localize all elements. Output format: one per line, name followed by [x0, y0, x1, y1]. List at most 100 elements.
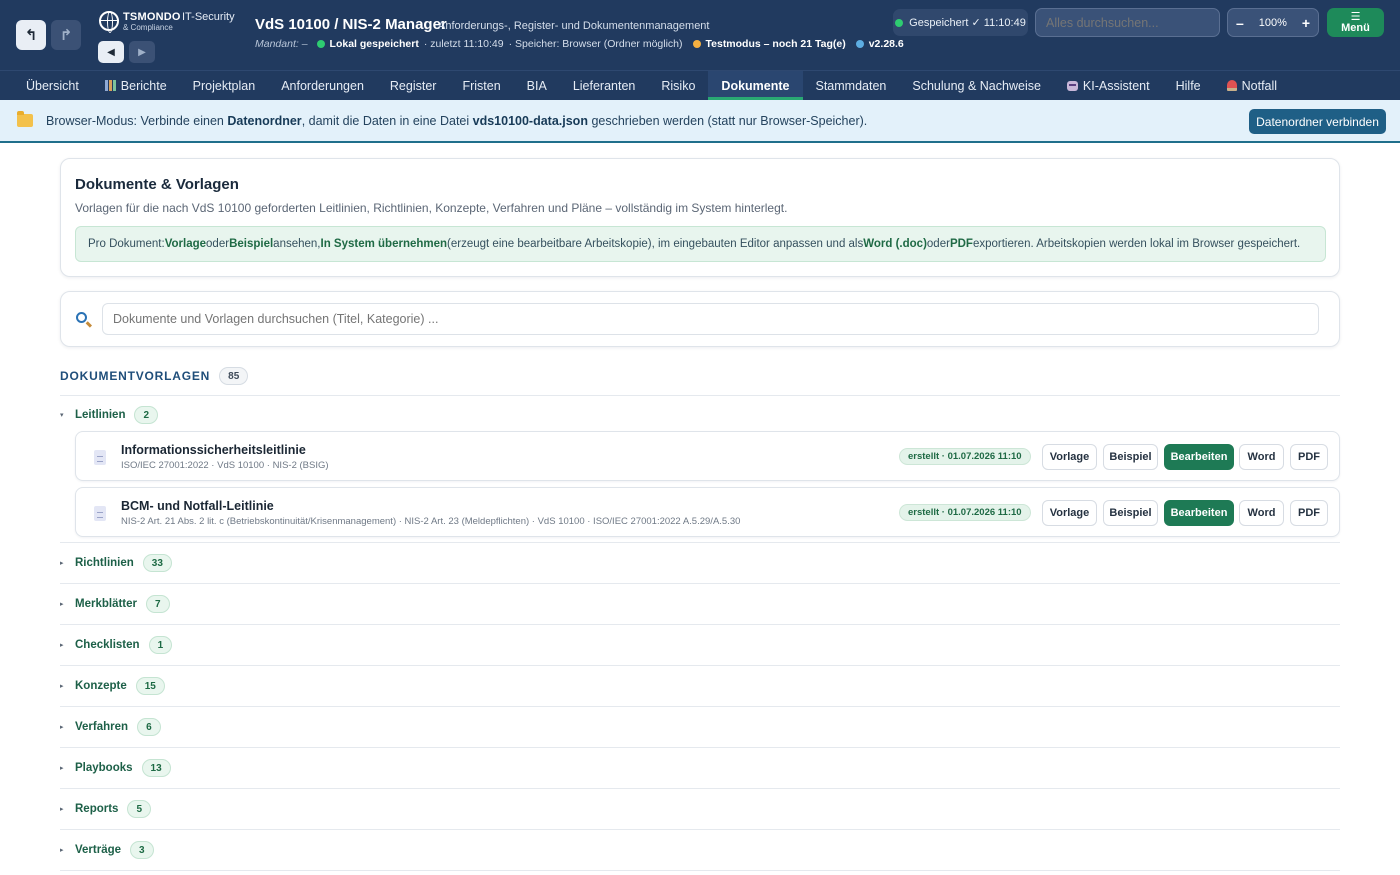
- status-dot-icon: [316, 40, 325, 48]
- tab-label: Projektplan: [192, 78, 256, 93]
- document-search-input[interactable]: [102, 303, 1319, 335]
- search-icon: [76, 312, 87, 323]
- status-badge: erstellt · 01.07.2026 11:10: [899, 448, 1031, 465]
- divider: [60, 706, 1340, 707]
- tab-bia[interactable]: BIA: [514, 71, 560, 100]
- document-icon: [94, 450, 106, 465]
- saved-status-pill: Gespeichert ✓ 11:10:49: [893, 9, 1028, 36]
- group-leitlinien[interactable]: ▾ Leitlinien 2: [60, 406, 159, 424]
- tab-uebersicht[interactable]: Übersicht: [13, 71, 92, 100]
- document-row: BCM- und Notfall-Leitlinie NIS-2 Art. 21…: [75, 487, 1340, 537]
- chevron-right-icon: ▸: [60, 560, 64, 567]
- beispiel-button[interactable]: Beispiel: [1103, 444, 1158, 470]
- group-count-badge: 6: [137, 718, 161, 736]
- status-line: Mandant: – Lokal gespeichert · zuletzt 1…: [255, 38, 904, 50]
- main-nav: Übersicht Berichte Projektplan Anforderu…: [0, 70, 1400, 100]
- group-konzepte[interactable]: ▸ Konzepte 15: [60, 677, 165, 695]
- tab-risiko[interactable]: Risiko: [648, 71, 708, 100]
- group-count-badge: 7: [146, 595, 170, 613]
- tab-register[interactable]: Register: [377, 71, 450, 100]
- storage-info: · Speicher: Browser (Ordner möglich): [508, 38, 683, 50]
- tab-fristen[interactable]: Fristen: [449, 71, 513, 100]
- folder-icon: [17, 111, 33, 127]
- group-vertraege[interactable]: ▸ Verträge 3: [60, 841, 154, 859]
- prev-button[interactable]: ◀: [98, 41, 124, 63]
- menu-button[interactable]: ☰ Menü: [1327, 8, 1384, 37]
- tab-projektplan[interactable]: Projektplan: [180, 71, 269, 100]
- tab-berichte[interactable]: Berichte: [92, 71, 180, 100]
- group-name: Reports: [75, 803, 119, 815]
- group-checklisten[interactable]: ▸ Checklisten 1: [60, 636, 173, 654]
- tab-label: Notfall: [1241, 78, 1278, 93]
- tab-label: Risiko: [661, 78, 696, 93]
- mandant-label: Mandant: –: [255, 38, 308, 50]
- divider: [60, 583, 1340, 584]
- pdf-export-button[interactable]: PDF: [1290, 500, 1328, 526]
- word-export-button[interactable]: Word: [1239, 500, 1284, 526]
- document-icon: [94, 506, 106, 521]
- divider: [60, 829, 1340, 830]
- tab-label: Dokumente: [721, 78, 790, 93]
- tab-dokumente[interactable]: Dokumente: [708, 71, 803, 100]
- document-meta: ISO/IEC 27001:2022 · VdS 10100 · NIS-2 (…: [121, 460, 329, 471]
- siren-icon: [1226, 80, 1237, 91]
- vorlage-button[interactable]: Vorlage: [1042, 444, 1097, 470]
- chevron-right-icon: ▸: [60, 683, 64, 690]
- divider: [60, 665, 1340, 666]
- group-name: Richtlinien: [75, 557, 134, 569]
- app-title: VdS 10100 / NIS-2 Manager: [255, 16, 447, 33]
- group-count-badge: 3: [130, 841, 154, 859]
- bearbeiten-button[interactable]: Bearbeiten: [1164, 500, 1234, 526]
- tab-ki-assistent[interactable]: KI-Assistent: [1054, 71, 1163, 100]
- group-name: Merkblätter: [75, 598, 137, 610]
- zoom-control: – 100% +: [1227, 8, 1319, 37]
- local-saved-status: Lokal gespeichert: [329, 38, 419, 50]
- divider: [60, 747, 1340, 748]
- tab-label: Register: [389, 78, 437, 93]
- bearbeiten-button[interactable]: Bearbeiten: [1164, 444, 1234, 470]
- zoom-out-button[interactable]: –: [1236, 15, 1244, 31]
- group-playbooks[interactable]: ▸ Playbooks 13: [60, 759, 171, 777]
- document-row: Informationssicherheitsleitlinie ISO/IEC…: [75, 431, 1340, 481]
- tab-notfall[interactable]: Notfall: [1214, 71, 1290, 100]
- chevron-right-icon: ▸: [60, 806, 64, 813]
- group-count-badge: 5: [127, 800, 152, 818]
- connect-folder-button[interactable]: Datenordner verbinden: [1249, 109, 1386, 134]
- page-description: Vorlagen für die nach VdS 10100 geforder…: [75, 201, 788, 215]
- group-reports[interactable]: ▸ Reports 5: [60, 800, 152, 818]
- beispiel-button[interactable]: Beispiel: [1103, 500, 1158, 526]
- chevron-right-icon: ▸: [60, 847, 64, 854]
- group-richtlinien[interactable]: ▸ Richtlinien 33: [60, 554, 172, 572]
- forward-button[interactable]: ↱: [51, 20, 81, 50]
- document-meta: NIS-2 Art. 21 Abs. 2 lit. c (Betriebskon…: [121, 516, 741, 527]
- tab-stammdaten[interactable]: Stammdaten: [803, 71, 900, 100]
- next-button[interactable]: ▶: [129, 41, 155, 63]
- tab-label: KI-Assistent: [1082, 78, 1150, 93]
- group-count-badge: 2: [134, 406, 159, 424]
- back-button[interactable]: ↰: [16, 20, 46, 50]
- tab-hilfe[interactable]: Hilfe: [1163, 71, 1214, 100]
- tab-label: Berichte: [120, 78, 167, 93]
- saved-dot-icon: [895, 18, 904, 27]
- document-title: Informationssicherheitsleitlinie: [121, 443, 306, 457]
- templates-title: DOKUMENTVORLAGEN: [60, 369, 211, 383]
- word-export-button[interactable]: Word: [1239, 444, 1284, 470]
- tab-lieferanten[interactable]: Lieferanten: [560, 71, 649, 100]
- vorlage-button[interactable]: Vorlage: [1042, 500, 1097, 526]
- logo-it-security: IT-Security: [182, 11, 235, 23]
- tab-anforderungen[interactable]: Anforderungen: [268, 71, 377, 100]
- group-verfahren[interactable]: ▸ Verfahren 6: [60, 718, 161, 736]
- menu-label: Menü: [1341, 21, 1370, 34]
- group-merkblaetter[interactable]: ▸ Merkblätter 7: [60, 595, 170, 613]
- divider: [60, 542, 1340, 543]
- group-name: Checklisten: [75, 639, 140, 651]
- divider: [60, 395, 1340, 396]
- pdf-export-button[interactable]: PDF: [1290, 444, 1328, 470]
- global-search-input[interactable]: [1035, 8, 1220, 37]
- tab-label: Lieferanten: [572, 78, 636, 93]
- group-count-badge: 13: [141, 759, 171, 777]
- group-count-badge: 33: [142, 554, 172, 572]
- app-subtitle: Anforderungs-, Register- und Dokumentenm…: [438, 20, 710, 32]
- tab-schulung[interactable]: Schulung & Nachweise: [899, 71, 1054, 100]
- zoom-in-button[interactable]: +: [1302, 15, 1310, 31]
